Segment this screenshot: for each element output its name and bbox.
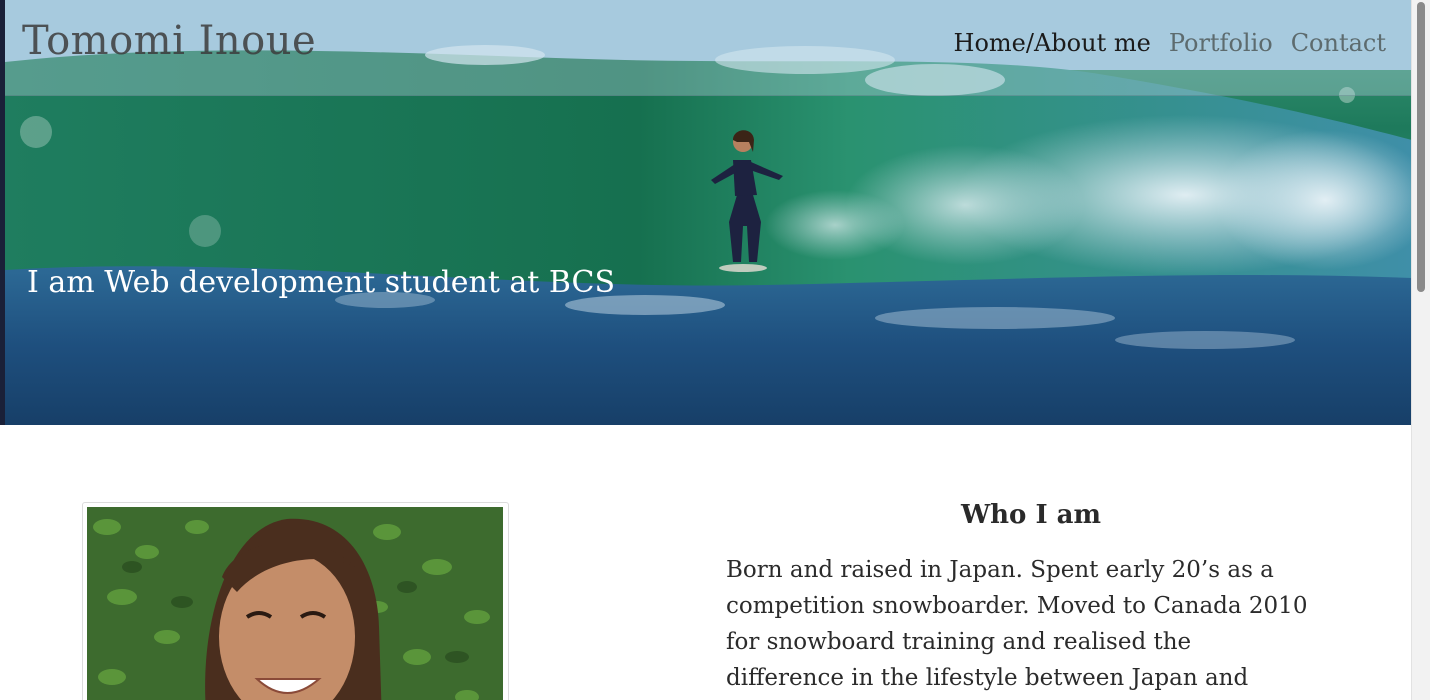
site-brand[interactable]: Tomomi Inoue <box>22 18 316 64</box>
profile-photo <box>87 507 503 700</box>
nav-home-about[interactable]: Home/About me <box>954 29 1151 57</box>
page: Tomomi Inoue Home/About me Portfolio Con… <box>0 0 1430 700</box>
nav-portfolio[interactable]: Portfolio <box>1169 29 1273 57</box>
about-section: Who I am Born and raised in Japan. Spent… <box>726 500 1326 700</box>
nav-contact[interactable]: Contact <box>1291 29 1386 57</box>
profile-photo-frame <box>82 502 509 700</box>
about-bio: Born and raised in Japan. Spent early 20… <box>726 557 1308 691</box>
main-nav: Home/About me Portfolio Contact <box>954 29 1386 57</box>
portrait-image <box>87 507 503 700</box>
hero-banner: Tomomi Inoue Home/About me Portfolio Con… <box>5 0 1412 425</box>
about-heading: Who I am <box>960 500 1102 530</box>
hero-tagline: I am Web development student at BCS <box>27 265 616 300</box>
vertical-scrollbar[interactable] <box>1411 0 1430 700</box>
scrollbar-thumb[interactable] <box>1417 2 1425 292</box>
navbar: Tomomi Inoue Home/About me Portfolio Con… <box>5 0 1412 96</box>
